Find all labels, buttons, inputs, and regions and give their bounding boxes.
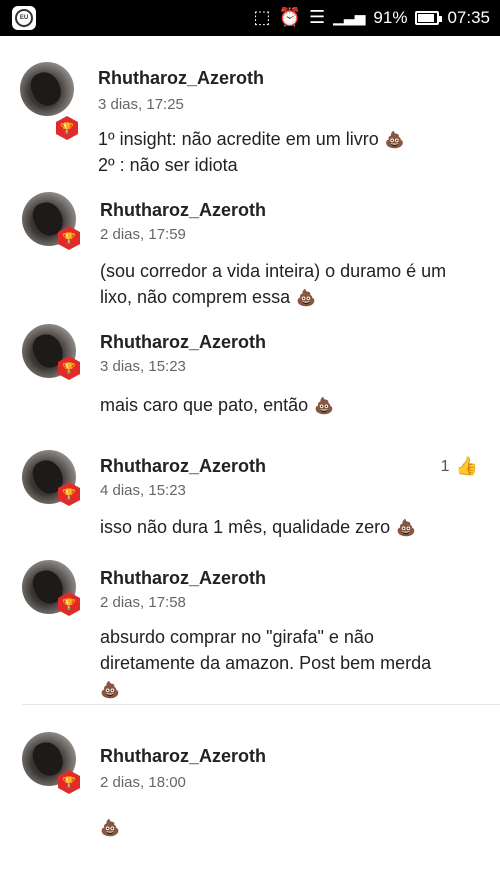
comment-line: absurdo comprar no "girafa" e não <box>100 627 374 647</box>
comment-item: 🏆 Rhutharoz_Azeroth 4 dias, 15:23 1 👍 is… <box>0 448 500 558</box>
comment-line: (sou corredor a vida inteira) o duramo é… <box>100 261 447 281</box>
like-count: 1 <box>440 457 450 475</box>
comment-author[interactable]: Rhutharoz_Azeroth <box>100 332 266 353</box>
comment-author[interactable]: Rhutharoz_Azeroth <box>100 200 266 221</box>
battery-percent: 91% <box>373 8 408 27</box>
alarm-icon: ⏰ <box>278 7 301 28</box>
comment-time: 2 dias, 17:58 <box>100 594 186 611</box>
comment-author[interactable]: Rhutharoz_Azeroth <box>100 456 266 477</box>
comment-text: absurdo comprar no "girafa" e não direta… <box>100 624 431 702</box>
comment-text: isso não dura 1 mês, qualidade zero 💩 <box>100 514 416 540</box>
thumbs-up-icon: 👍 <box>455 456 478 477</box>
nfc-icon: ⬚ <box>253 7 271 28</box>
comment-line: 1º insight: não acredite em um livro <box>98 129 379 149</box>
trophy-badge-icon: 🏆 <box>56 116 78 140</box>
comment-author[interactable]: Rhutharoz_Azeroth <box>100 568 266 589</box>
battery-fill <box>418 14 435 22</box>
wifi-icon: ☰ <box>308 7 326 28</box>
comment-line: mais caro que pato, então <box>100 395 309 415</box>
poop-emoji-icon: 💩 <box>100 818 120 838</box>
signal-icon: ▁▃▅ <box>333 10 366 26</box>
poop-emoji-icon: 💩 <box>396 518 417 538</box>
comment-line: isso não dura 1 mês, qualidade zero <box>100 517 391 537</box>
battery-icon <box>415 11 443 25</box>
comment-text: 1º insight: não acredite em um livro 💩 2º… <box>98 126 405 178</box>
comment-time: 2 dias, 18:00 <box>100 774 186 791</box>
avatar[interactable] <box>20 62 74 116</box>
comment-time: 3 dias, 15:23 <box>100 358 186 375</box>
comment-time: 3 dias, 17:25 <box>98 96 184 113</box>
eu-app-icon: EU <box>12 6 36 30</box>
poop-emoji-icon: 💩 <box>296 288 317 308</box>
poop-emoji-icon: 💩 <box>100 680 120 700</box>
comment-author[interactable]: Rhutharoz_Azeroth <box>98 68 264 89</box>
poop-emoji-icon: 💩 <box>384 130 405 150</box>
comment-item: 🏆 Rhutharoz_Azeroth 2 dias, 17:58 absurd… <box>0 560 500 700</box>
comment-text: mais caro que pato, então 💩 <box>100 392 334 418</box>
status-indicators: ⬚ ⏰ ☰ ▁▃▅ 91% 07:35 <box>254 0 490 36</box>
comment-line: diretamente da amazon. Post bem merda <box>100 653 432 673</box>
poop-emoji-icon: 💩 <box>314 396 335 416</box>
like-button[interactable]: 1 👍 <box>441 456 478 477</box>
comment-line: lixo, não comprem essa <box>100 287 291 307</box>
comment-item: 🏆 Rhutharoz_Azeroth 3 dias, 15:23 mais c… <box>0 324 500 444</box>
clock: 07:35 <box>447 8 490 27</box>
comment-time: 4 dias, 15:23 <box>100 482 186 499</box>
status-bar: EU ⬚ ⏰ ☰ ▁▃▅ 91% 07:35 <box>0 0 500 36</box>
comment-item: 🏆 Rhutharoz_Azeroth 2 dias, 18:00 💩 <box>0 732 500 882</box>
comment-item: 🏆 Rhutharoz_Azeroth 3 dias, 17:25 1º ins… <box>0 58 500 193</box>
comment-line: 2º : não ser idiota <box>98 155 238 175</box>
comment-item: 🏆 Rhutharoz_Azeroth 2 dias, 17:59 (sou c… <box>0 192 500 322</box>
comment-text: 💩 <box>100 814 120 840</box>
comment-time: 2 dias, 17:59 <box>100 226 186 243</box>
comment-author[interactable]: Rhutharoz_Azeroth <box>100 746 266 767</box>
comment-text: (sou corredor a vida inteira) o duramo é… <box>100 258 446 310</box>
divider <box>22 704 500 705</box>
